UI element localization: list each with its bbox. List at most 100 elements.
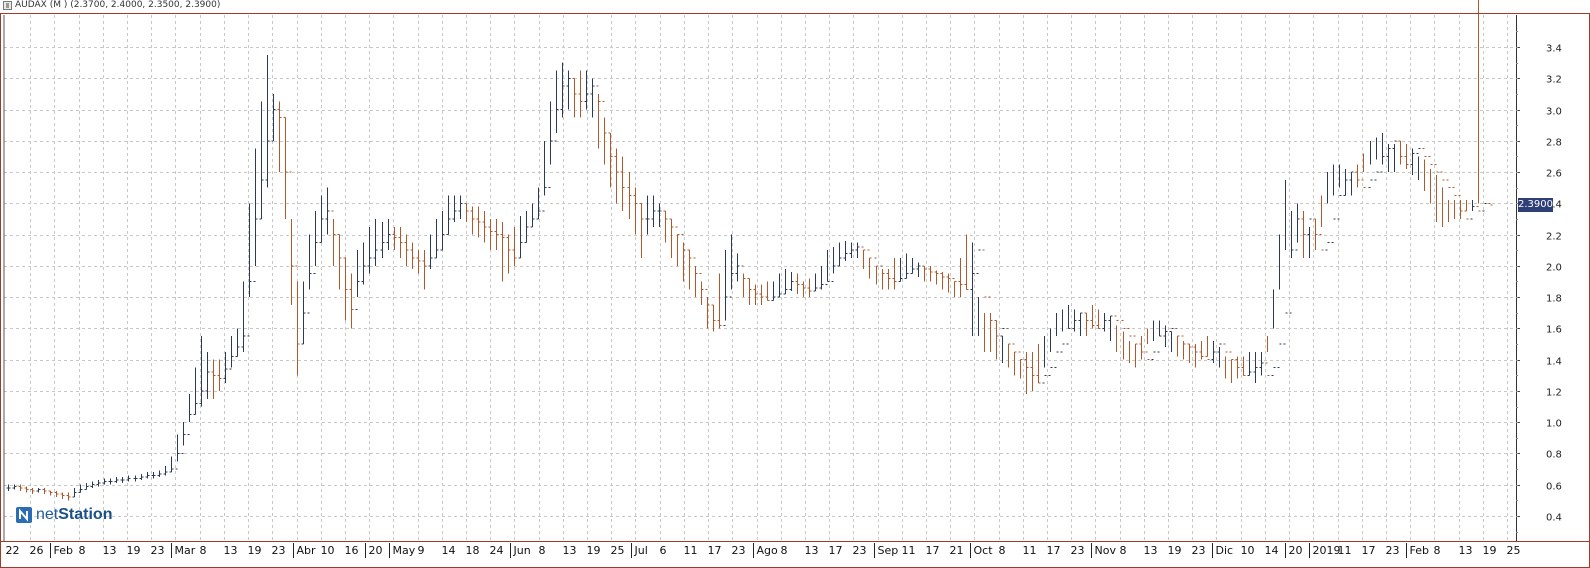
x-tick-label: 23 [151,544,165,557]
y-tick-label: 3.2 [1546,75,1562,86]
ohlc-bar [265,54,270,188]
ohlc-chart[interactable]: 0.40.60.81.01.21.41.61.82.02.22.42.62.83… [0,0,1590,568]
ohlc-bar [181,422,186,454]
y-axis: 0.40.60.81.01.21.41.61.82.02.22.42.62.83… [1516,31,1562,533]
x-tick-label: Ago [757,544,779,557]
ohlc-bar [548,101,553,189]
ohlc-bar [151,472,156,479]
ohlc-bar [1036,344,1041,384]
ohlc-bar [1223,343,1228,379]
ohlc-bar [1380,132,1385,173]
ohlc-bar [1199,340,1204,360]
ohlc-bar [1446,179,1451,223]
ohlc-bar [1265,336,1270,376]
ohlc-bar [789,272,794,291]
x-tick-label: 10 [1241,544,1255,557]
ohlc-bar [1133,335,1138,368]
ohlc-bar [566,70,571,110]
x-tick-label: Oct [974,544,994,557]
ohlc-bar [777,273,782,298]
ohlc-bar [1096,309,1101,329]
ohlc-bar [952,277,957,298]
x-tick-label: 22 [6,544,20,557]
ohlc-bar [470,206,475,235]
y-tick-label: 2.2 [1546,232,1562,243]
ohlc-bar [1072,309,1077,332]
ohlc-bar [349,273,354,329]
y-tick-label: 2.6 [1546,169,1562,180]
ohlc-bar [36,487,41,493]
ohlc-bar [241,281,246,352]
x-tick-label: Sep [878,544,899,557]
x-tick-label: 23 [272,544,286,557]
ohlc-bar [169,456,174,473]
ohlc-bar [361,242,366,285]
ohlc-bar [464,202,469,223]
ohlc-bar [717,273,722,329]
ohlc-bar [54,490,59,498]
y-tick-label: 3.0 [1546,107,1562,118]
ohlc-bar [193,367,198,415]
ohlc-bar [1488,202,1493,206]
ohlc-bar [831,247,836,282]
x-tick-label: 17 [1362,544,1376,557]
ohlc-bar [1386,143,1391,173]
ohlc-bar [1175,327,1180,357]
x-tick-label: 17 [926,544,940,557]
x-tick-label: 17 [708,544,722,557]
chart-bars [6,0,1493,501]
ohlc-bar [446,195,451,236]
x-tick-label: Mar [175,544,196,557]
x-tick-label: 23 [853,544,867,557]
ohlc-bar [343,257,348,321]
ohlc-bar [1187,343,1192,363]
ohlc-bar [639,202,644,259]
ohlc-bar [904,253,909,279]
y-tick-label: 0.8 [1546,450,1562,461]
ohlc-bar [325,187,330,235]
ohlc-bar [1048,328,1053,376]
ohlc-bar [1054,312,1059,368]
ohlc-bar [307,234,312,314]
x-tick-label: 11 [902,544,916,557]
ohlc-bar [1024,351,1029,395]
ohlc-bar [482,211,487,243]
x-tick-label: 8 [79,544,86,557]
ohlc-bar [530,203,535,228]
ohlc-bar [422,250,427,290]
ohlc-bar [1235,356,1240,379]
ohlc-bar [440,211,445,251]
y-tick-label: 1.8 [1546,294,1562,305]
ohlc-bar [163,465,168,476]
ohlc-bar [1084,312,1089,337]
ohlc-bar [1181,335,1186,360]
ohlc-bar [892,258,897,290]
x-tick-label: 23 [1192,544,1206,557]
ohlc-bar [1151,320,1156,361]
y-tick-label: 1.0 [1546,419,1562,430]
ohlc-bar [524,211,529,243]
x-tick-label: 8 [539,544,546,557]
ohlc-bar [880,265,885,290]
ohlc-bar [1157,320,1162,353]
ohlc-bar [982,249,987,352]
ohlc-bar [651,195,656,227]
ohlc-bar [1060,309,1065,353]
ohlc-bar [916,262,921,277]
ohlc-bar [289,171,294,305]
ohlc-bar [1307,218,1312,259]
ohlc-bar [867,249,872,279]
ohlc-bar [398,226,403,259]
x-tick-label: 23 [1386,544,1400,557]
ohlc-bar [223,351,228,384]
ohlc-bar [1349,171,1354,196]
x-tick-label: 8 [781,544,788,557]
ohlc-bar [476,206,481,238]
x-tick-label: 18 [466,544,480,557]
ohlc-bar [72,487,77,498]
ohlc-bar [1325,172,1330,251]
x-tick-label: Feb [1410,544,1429,557]
ohlc-bar [602,101,607,165]
ohlc-bar [596,85,601,149]
x-tick-label: 8 [1434,544,1441,557]
